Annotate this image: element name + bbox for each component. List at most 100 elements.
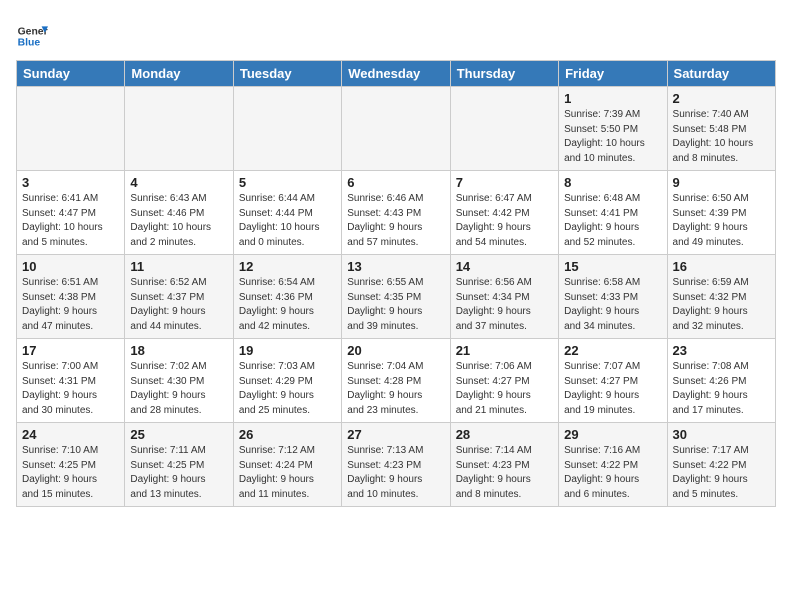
calendar-cell: 22Sunrise: 7:07 AM Sunset: 4:27 PM Dayli… [559, 339, 667, 423]
day-info: Sunrise: 7:40 AM Sunset: 5:48 PM Dayligh… [673, 108, 770, 166]
calendar-cell: 7 Sunrise: 6:47 AM Sunset: 4:42 PM Daylig… [450, 171, 558, 255]
day-number: 6 [347, 175, 444, 190]
day-number: 9 [673, 175, 770, 190]
day-info: Sunrise: 6:52 AM Sunset: 4:37 PM Dayligh… [130, 276, 227, 334]
week-row-4: 17 Sunrise: 7:00 AM Sunset: 4:31 PM Dayli… [17, 339, 776, 423]
calendar-cell: 2 Sunrise: 7:40 AM Sunset: 5:48 PM Daylig… [667, 87, 775, 171]
calendar-cell [125, 87, 233, 171]
day-info: Sunrise: 7:17 AM Sunset: 4:22 PM Dayligh… [673, 444, 770, 502]
calendar-cell: 13 Sunrise: 6:55 AM Sunset: 4:35 PM Dayli… [342, 255, 450, 339]
day-info: Sunrise: 6:43 AM Sunset: 4:46 PM Dayligh… [130, 192, 227, 250]
logo-icon: General Blue [16, 20, 48, 52]
calendar-cell: 14 Sunrise: 6:56 AM Sunset: 4:34 PM Dayli… [450, 255, 558, 339]
day-number: 7 [456, 175, 553, 190]
week-row-2: 3 Sunrise: 6:41 AM Sunset: 4:47 PM Daylig… [17, 171, 776, 255]
svg-text:Blue: Blue [18, 38, 41, 49]
week-row-3: 10Sunrise: 6:51 AM Sunset: 4:38 PM Dayli… [17, 255, 776, 339]
day-number: 19 [239, 343, 336, 358]
day-info: Sunrise: 7:11 AM Sunset: 4:25 PM Dayligh… [130, 444, 227, 502]
week-row-1: 1 Sunrise: 7:39 AM Sunset: 5:50 PM Daylig… [17, 87, 776, 171]
day-number: 2 [673, 91, 770, 106]
day-number: 11 [130, 259, 227, 274]
day-info: Sunrise: 7:07 AM Sunset: 4:27 PM Dayligh… [564, 360, 661, 418]
day-info: Sunrise: 7:12 AM Sunset: 4:24 PM Dayligh… [239, 444, 336, 502]
calendar-cell: 15 Sunrise: 6:58 AM Sunset: 4:33 PM Dayli… [559, 255, 667, 339]
calendar-cell: 29 Sunrise: 7:16 AM Sunset: 4:22 PM Dayli… [559, 423, 667, 507]
calendar-cell: 19 Sunrise: 7:03 AM Sunset: 4:29 PM Dayli… [233, 339, 341, 423]
day-number: 3 [22, 175, 119, 190]
day-number: 10 [22, 259, 119, 274]
weekday-header-wednesday: Wednesday [342, 61, 450, 87]
calendar-cell: 20 Sunrise: 7:04 AM Sunset: 4:28 PM Dayli… [342, 339, 450, 423]
day-number: 28 [456, 427, 553, 442]
weekday-header-tuesday: Tuesday [233, 61, 341, 87]
day-info: Sunrise: 7:14 AM Sunset: 4:23 PM Dayligh… [456, 444, 553, 502]
day-number: 1 [564, 91, 661, 106]
day-info: Sunrise: 6:54 AM Sunset: 4:36 PM Dayligh… [239, 276, 336, 334]
day-info: Sunrise: 7:00 AM Sunset: 4:31 PM Dayligh… [22, 360, 119, 418]
calendar-cell: 27 Sunrise: 7:13 AM Sunset: 4:23 PM Dayli… [342, 423, 450, 507]
day-info: Sunrise: 6:50 AM Sunset: 4:39 PM Dayligh… [673, 192, 770, 250]
day-info: Sunrise: 6:47 AM Sunset: 4:42 PM Dayligh… [456, 192, 553, 250]
day-info: Sunrise: 7:02 AM Sunset: 4:30 PM Dayligh… [130, 360, 227, 418]
weekday-header-sunday: Sunday [17, 61, 125, 87]
day-number: 23 [673, 343, 770, 358]
calendar-cell: 11 Sunrise: 6:52 AM Sunset: 4:37 PM Dayli… [125, 255, 233, 339]
day-number: 29 [564, 427, 661, 442]
day-info: Sunrise: 7:08 AM Sunset: 4:26 PM Dayligh… [673, 360, 770, 418]
day-number: 24 [22, 427, 119, 442]
header: General Blue [16, 16, 776, 52]
calendar-cell [233, 87, 341, 171]
day-number: 27 [347, 427, 444, 442]
calendar-cell: 17 Sunrise: 7:00 AM Sunset: 4:31 PM Dayli… [17, 339, 125, 423]
calendar-cell: 1 Sunrise: 7:39 AM Sunset: 5:50 PM Daylig… [559, 87, 667, 171]
week-row-5: 24 Sunrise: 7:10 AM Sunset: 4:25 PM Dayli… [17, 423, 776, 507]
day-number: 26 [239, 427, 336, 442]
calendar-cell: 6 Sunrise: 6:46 AM Sunset: 4:43 PM Daylig… [342, 171, 450, 255]
day-number: 17 [22, 343, 119, 358]
weekday-header-saturday: Saturday [667, 61, 775, 87]
day-info: Sunrise: 7:39 AM Sunset: 5:50 PM Dayligh… [564, 108, 661, 166]
weekday-header-thursday: Thursday [450, 61, 558, 87]
day-info: Sunrise: 6:41 AM Sunset: 4:47 PM Dayligh… [22, 192, 119, 250]
day-info: Sunrise: 7:10 AM Sunset: 4:25 PM Dayligh… [22, 444, 119, 502]
calendar: SundayMondayTuesdayWednesdayThursdayFrid… [16, 60, 776, 507]
calendar-cell: 5 Sunrise: 6:44 AM Sunset: 4:44 PM Daylig… [233, 171, 341, 255]
weekday-header-monday: Monday [125, 61, 233, 87]
calendar-cell: 28 Sunrise: 7:14 AM Sunset: 4:23 PM Dayli… [450, 423, 558, 507]
day-info: Sunrise: 6:58 AM Sunset: 4:33 PM Dayligh… [564, 276, 661, 334]
day-number: 4 [130, 175, 227, 190]
day-info: Sunrise: 7:13 AM Sunset: 4:23 PM Dayligh… [347, 444, 444, 502]
calendar-cell: 12Sunrise: 6:54 AM Sunset: 4:36 PM Dayli… [233, 255, 341, 339]
day-number: 8 [564, 175, 661, 190]
weekday-header-row: SundayMondayTuesdayWednesdayThursdayFrid… [17, 61, 776, 87]
calendar-cell: 3 Sunrise: 6:41 AM Sunset: 4:47 PM Daylig… [17, 171, 125, 255]
day-info: Sunrise: 6:56 AM Sunset: 4:34 PM Dayligh… [456, 276, 553, 334]
day-number: 21 [456, 343, 553, 358]
day-number: 14 [456, 259, 553, 274]
day-info: Sunrise: 7:06 AM Sunset: 4:27 PM Dayligh… [456, 360, 553, 418]
day-number: 25 [130, 427, 227, 442]
day-info: Sunrise: 6:46 AM Sunset: 4:43 PM Dayligh… [347, 192, 444, 250]
day-info: Sunrise: 7:04 AM Sunset: 4:28 PM Dayligh… [347, 360, 444, 418]
calendar-cell: 26 Sunrise: 7:12 AM Sunset: 4:24 PM Dayli… [233, 423, 341, 507]
day-number: 20 [347, 343, 444, 358]
day-number: 16 [673, 259, 770, 274]
day-number: 18 [130, 343, 227, 358]
weekday-header-friday: Friday [559, 61, 667, 87]
logo: General Blue [16, 20, 48, 52]
day-info: Sunrise: 6:44 AM Sunset: 4:44 PM Dayligh… [239, 192, 336, 250]
calendar-cell: 21 Sunrise: 7:06 AM Sunset: 4:27 PM Dayli… [450, 339, 558, 423]
day-number: 5 [239, 175, 336, 190]
calendar-cell: 30Sunrise: 7:17 AM Sunset: 4:22 PM Dayli… [667, 423, 775, 507]
day-number: 15 [564, 259, 661, 274]
day-info: Sunrise: 6:55 AM Sunset: 4:35 PM Dayligh… [347, 276, 444, 334]
day-info: Sunrise: 7:16 AM Sunset: 4:22 PM Dayligh… [564, 444, 661, 502]
calendar-cell: 18 Sunrise: 7:02 AM Sunset: 4:30 PM Dayli… [125, 339, 233, 423]
calendar-cell [450, 87, 558, 171]
calendar-cell: 16Sunrise: 6:59 AM Sunset: 4:32 PM Dayli… [667, 255, 775, 339]
calendar-cell: 9 Sunrise: 6:50 AM Sunset: 4:39 PM Daylig… [667, 171, 775, 255]
calendar-cell: 8Sunrise: 6:48 AM Sunset: 4:41 PM Daylig… [559, 171, 667, 255]
day-info: Sunrise: 7:03 AM Sunset: 4:29 PM Dayligh… [239, 360, 336, 418]
day-number: 13 [347, 259, 444, 274]
